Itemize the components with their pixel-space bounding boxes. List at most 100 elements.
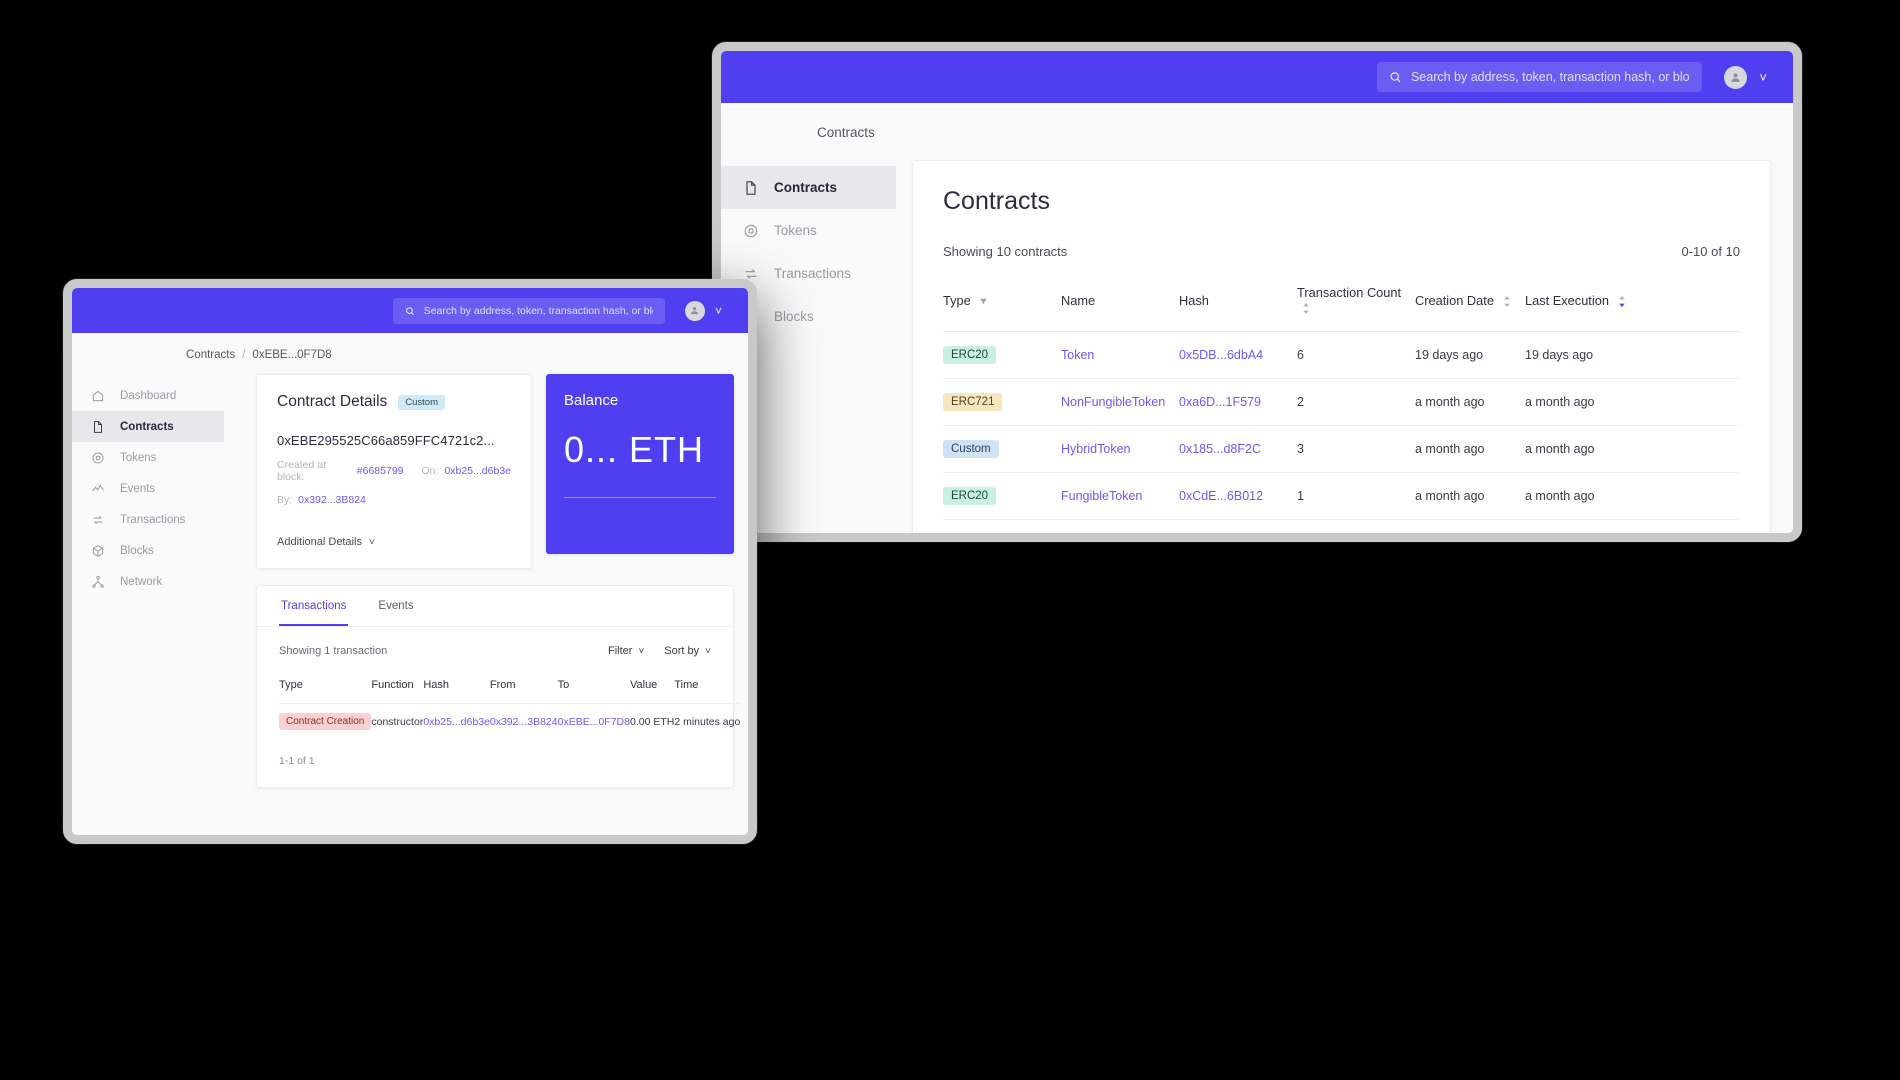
column-header-last-execution[interactable]: Last Execution — [1525, 285, 1740, 332]
column-header-creation-date[interactable]: Creation Date — [1415, 285, 1525, 332]
swap-arrows-icon — [91, 513, 105, 527]
avatar[interactable] — [1724, 65, 1748, 89]
column-header-to: To — [557, 679, 570, 691]
sidebar-item-tokens[interactable]: Tokens — [72, 442, 224, 473]
tx-to-link[interactable]: 0xEBE...0F7D8 — [558, 716, 630, 728]
contract-hash-link[interactable]: 0x5DB...6dbA4 — [1179, 348, 1263, 362]
search-input[interactable]: Search by address, token, transaction ha… — [392, 297, 665, 324]
sidebar-item-label: Transactions — [120, 513, 186, 526]
contracts-table: Type Name Hash Transaction Count Creatio… — [943, 285, 1740, 533]
contract-name-link[interactable]: NonFungibleToken — [1061, 395, 1165, 409]
cube-icon — [91, 544, 105, 558]
transaction-count: 2 — [1297, 395, 1304, 409]
table-row[interactable]: Contract Creation constructor 0xb25...d6… — [279, 703, 741, 739]
contracts-list-window: Search by address, token, transaction ha… — [712, 42, 1802, 542]
home-icon — [91, 389, 105, 403]
activity-icon — [91, 482, 105, 496]
column-header-type[interactable]: Type — [943, 285, 1061, 332]
contract-type-badge: Custom — [398, 394, 445, 410]
contracts-card: Contracts Showing 10 contracts 0-10 of 1… — [912, 160, 1771, 533]
column-header-time: Time — [674, 679, 699, 691]
sidebar-item-contracts[interactable]: Contracts — [72, 411, 224, 442]
breadcrumb-separator: / — [242, 349, 246, 361]
transaction-count: 6 — [1297, 348, 1304, 362]
table-row[interactable]: Custom HybridToken 0x185...d8F2C 3 a mon… — [943, 425, 1740, 473]
sort-by-button[interactable]: Sort by ˅ — [664, 645, 711, 657]
sidebar-item-label: Blocks — [774, 309, 814, 324]
divider — [564, 497, 716, 498]
tx-from-link[interactable]: 0x392...3B824 — [490, 716, 558, 728]
column-header-transaction-count[interactable]: Transaction Count — [1297, 285, 1415, 332]
sidebar-item-label: Tokens — [774, 223, 817, 238]
additional-details-label: Additional Details — [277, 536, 362, 548]
network-icon — [91, 575, 105, 589]
column-header-name[interactable]: Name — [1061, 285, 1179, 332]
filter-button[interactable]: Filter ˅ — [608, 645, 644, 657]
top-bar: Search by address, token, transaction ha… — [721, 51, 1793, 103]
chevron-down-icon[interactable]: ˅ — [715, 304, 722, 318]
contract-name-link[interactable]: HybridToken — [1061, 442, 1130, 456]
breadcrumb-root[interactable]: Contracts — [186, 349, 235, 361]
sidebar-item-transactions[interactable]: Transactions — [72, 504, 224, 535]
creation-date: 19 days ago — [1415, 348, 1484, 362]
sidebar-item-blocks[interactable]: Blocks — [72, 535, 224, 566]
tx-value: 0.00 ETH — [629, 715, 675, 728]
contract-details-window: Search by address, token, transaction ha… — [63, 279, 757, 844]
avatar[interactable] — [684, 300, 705, 321]
status-badge: Custom — [943, 440, 999, 458]
breadcrumb: Contracts — [721, 103, 1793, 160]
column-header-value: Value — [629, 679, 658, 691]
card-title: Contract Details — [277, 393, 388, 410]
tx-function: constructor — [371, 715, 424, 728]
token-icon — [91, 451, 105, 465]
document-icon — [743, 180, 759, 196]
chevron-down-icon: ˅ — [369, 536, 375, 548]
contract-name-link[interactable]: FungibleToken — [1061, 489, 1142, 503]
sidebar-item-contracts[interactable]: Contracts — [721, 166, 896, 209]
tx-hash-link[interactable]: 0xb25...d6b3e — [423, 716, 490, 728]
creation-date: a month ago — [1415, 395, 1485, 409]
page-title: Contracts — [943, 187, 1050, 215]
table-row[interactable]: ERC20 Token 0x5DB...6dbA4 6 19 days ago … — [943, 331, 1740, 379]
on-tx-link[interactable]: 0xb25...d6b3e — [444, 465, 511, 477]
contract-hash-link[interactable]: 0xa6D...1F579 — [1179, 395, 1261, 409]
search-placeholder: Search by address, token, transaction ha… — [423, 304, 653, 317]
additional-details-toggle[interactable]: Additional Details ˅ — [277, 536, 511, 548]
created-at-label: Created at block: — [277, 459, 327, 483]
column-header-from: From — [489, 679, 516, 691]
transactions-table-body: Contract Creation constructor 0xb25...d6… — [279, 703, 741, 739]
sort-icon — [1503, 295, 1510, 307]
tab-events[interactable]: Events — [376, 586, 415, 626]
balance-value: 0... ETH — [564, 429, 705, 470]
contract-details-card: Contract Details Custom 0xEBE295525C66a8… — [256, 374, 532, 569]
sort-desc-icon — [1618, 295, 1625, 307]
status-badge: Contract Creation — [279, 713, 372, 730]
status-badge: ERC721 — [943, 393, 1003, 411]
sidebar-item-events[interactable]: Events — [72, 473, 224, 504]
sidebar-item-label: Contracts — [120, 420, 174, 433]
table-row[interactable]: ERC20 Token 0xa58...0C872 6 a month ago … — [943, 519, 1740, 533]
created-at-block-link[interactable]: #6685799 — [357, 465, 404, 477]
contract-hash-link[interactable]: 0x185...d8F2C — [1179, 442, 1261, 456]
sidebar-item-network[interactable]: Network — [72, 566, 224, 597]
created-by-row: By: 0x392...3B824 — [277, 494, 511, 506]
main-content: Contracts Showing 10 contracts 0-10 of 1… — [896, 160, 1793, 533]
contract-hash-link[interactable]: 0xCdE...6B012 — [1179, 489, 1263, 503]
search-input[interactable]: Search by address, token, transaction ha… — [1377, 62, 1703, 92]
breadcrumb-current[interactable]: Contracts — [817, 125, 875, 140]
tab-transactions[interactable]: Transactions — [279, 586, 349, 626]
sidebar-item-tokens[interactable]: Tokens — [721, 209, 896, 252]
contract-address: 0xEBE295525C66a859FFC4721c2... — [277, 433, 495, 448]
contract-name-link[interactable]: Token — [1061, 348, 1094, 362]
chevron-down-icon: ˅ — [705, 645, 711, 657]
chevron-down-icon: ˅ — [638, 645, 645, 657]
showing-row: Showing 10 contracts 0-10 of 10 — [943, 244, 1740, 259]
by-address-link[interactable]: 0x392...3B824 — [298, 494, 366, 506]
column-header-hash[interactable]: Hash — [1179, 285, 1297, 332]
pagination-range: 0-10 of 10 — [1681, 244, 1740, 259]
search-icon — [406, 306, 414, 315]
chevron-down-icon[interactable]: ˅ — [1759, 70, 1767, 85]
table-row[interactable]: ERC721 NonFungibleToken 0xa6D...1F579 2 … — [943, 378, 1740, 426]
sidebar-item-dashboard[interactable]: Dashboard — [72, 380, 224, 411]
table-row[interactable]: ERC20 FungibleToken 0xCdE...6B012 1 a mo… — [943, 472, 1740, 520]
